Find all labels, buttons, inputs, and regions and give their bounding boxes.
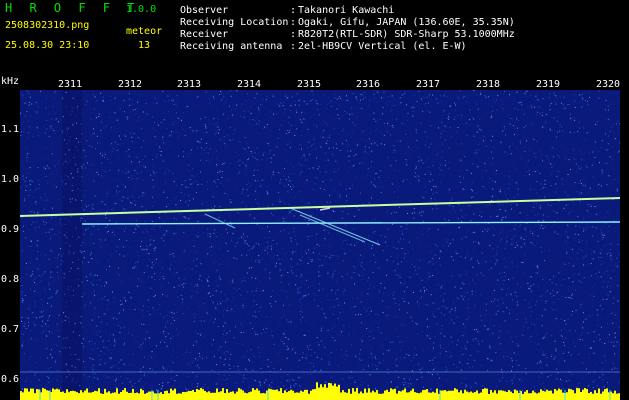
time-tick-2312: 2312 bbox=[118, 79, 143, 90]
time-tick-2320: 2320 bbox=[596, 79, 621, 90]
time-tick-2319: 2319 bbox=[536, 79, 561, 90]
app-name: H R O F F T bbox=[5, 1, 140, 15]
time-tick-2314: 2314 bbox=[237, 79, 262, 90]
frequency-unit-label: kHz bbox=[1, 76, 20, 87]
noise-background bbox=[20, 90, 620, 400]
freq-tick-0.6: 0.6 bbox=[1, 374, 20, 385]
freq-tick-1.0: 1.0 bbox=[1, 174, 20, 185]
antenna-value: 2el-HB9CV Vertical (el. E-W) bbox=[298, 41, 467, 52]
time-tick-2317: 2317 bbox=[416, 79, 441, 90]
freq-tick-1.1: 1.1 bbox=[1, 124, 20, 135]
antenna-label: Receiving antenna bbox=[180, 41, 283, 52]
freq-tick-0.7: 0.7 bbox=[1, 324, 20, 335]
spectrogram-canvas bbox=[20, 90, 620, 400]
observation-datetime: 25.08.30 23:10 bbox=[5, 40, 90, 51]
time-tick-2311: 2311 bbox=[58, 79, 83, 90]
meteor-count: 13 bbox=[138, 40, 151, 51]
freq-tick-0.8: 0.8 bbox=[1, 274, 20, 285]
meteor-label: meteor bbox=[126, 26, 163, 37]
spectrogram bbox=[20, 90, 620, 400]
time-tick-2315: 2315 bbox=[297, 79, 322, 90]
app-version: 1.0.0 bbox=[126, 4, 157, 15]
time-tick-2316: 2316 bbox=[356, 79, 381, 90]
dark-column bbox=[62, 90, 82, 400]
file-name: 2508302310.png bbox=[5, 20, 90, 31]
antenna-colon: : bbox=[290, 41, 297, 52]
time-tick-2318: 2318 bbox=[476, 79, 501, 90]
freq-tick-0.9: 0.9 bbox=[1, 224, 20, 235]
time-tick-2313: 2313 bbox=[177, 79, 202, 90]
